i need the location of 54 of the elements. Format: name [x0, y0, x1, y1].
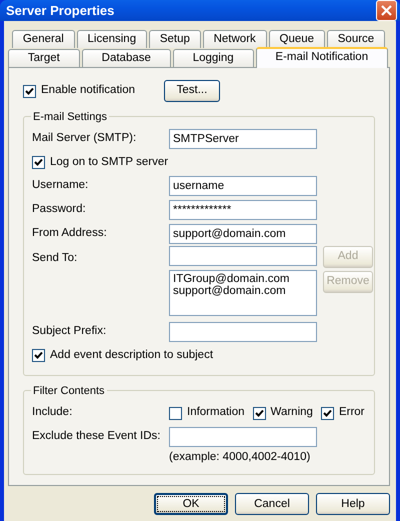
check-icon [34, 158, 43, 167]
checkbox[interactable] [23, 84, 36, 98]
input-field[interactable] [169, 322, 317, 342]
input-field[interactable]: SMTPServer [169, 129, 317, 149]
input-field[interactable]: username [169, 176, 317, 196]
checkbox-label: Error [338, 405, 364, 420]
check-icon [34, 351, 43, 360]
tab[interactable]: Logging [172, 49, 254, 67]
tab[interactable]: Target [8, 49, 80, 67]
field-label: Exclude these Event IDs: [32, 429, 162, 444]
tab[interactable]: E-mail Notification [256, 47, 388, 68]
checkbox[interactable] [32, 349, 45, 362]
tab[interactable]: Licensing [76, 30, 147, 48]
group-title: E-mail Settings [31, 109, 109, 126]
dialog-button[interactable]: Help [316, 493, 390, 516]
close-icon [381, 5, 392, 16]
checkbox[interactable] [169, 406, 182, 420]
input-field[interactable] [169, 246, 317, 266]
window-title: Server Properties [6, 2, 114, 20]
tab[interactable]: Source [326, 30, 386, 48]
field-label: Mail Server (SMTP): [32, 131, 138, 146]
recipient-list[interactable]: ITGroup@domain.com support@domain.com [169, 270, 317, 316]
tab[interactable]: General [12, 30, 75, 48]
field-label: Subject Prefix: [32, 324, 108, 340]
checkbox-label: Information [187, 405, 245, 420]
dialog-button[interactable]: Cancel [235, 493, 309, 516]
checkbox-label: Add event description to subject [50, 348, 214, 363]
field-label: Send To: [32, 251, 78, 266]
field-label: Include: [32, 405, 74, 420]
checkbox[interactable] [252, 406, 266, 420]
hint-text: (example: 4000,4002-4010) [169, 450, 312, 465]
field-label: From Address: [32, 226, 108, 242]
checkbox[interactable] [320, 406, 334, 420]
list-item[interactable]: ITGroup@domain.com [173, 273, 313, 285]
checkbox[interactable] [32, 156, 45, 169]
check-icon [322, 408, 332, 418]
tab[interactable]: Database [82, 49, 171, 67]
test-button[interactable]: Test... [164, 80, 220, 102]
tab[interactable]: Network [202, 30, 267, 48]
close-button[interactable] [376, 0, 397, 21]
input-field[interactable]: ************* [169, 200, 317, 220]
tab[interactable]: Setup [148, 30, 201, 48]
field-label: Password: [32, 202, 87, 218]
check-icon [254, 408, 264, 418]
tab[interactable]: Queue [268, 30, 325, 48]
checkbox-label: Warning [270, 405, 313, 420]
input-field[interactable] [169, 427, 317, 447]
dialog-button[interactable]: OK [154, 493, 228, 516]
check-icon [25, 86, 34, 96]
input-field[interactable]: support@domain.com [169, 224, 317, 244]
list-item[interactable]: support@domain.com [173, 285, 313, 297]
field-label: Username: [32, 178, 90, 194]
checkbox-label: Enable notification [41, 83, 135, 98]
checkbox-label: Log on to SMTP server [50, 154, 168, 170]
